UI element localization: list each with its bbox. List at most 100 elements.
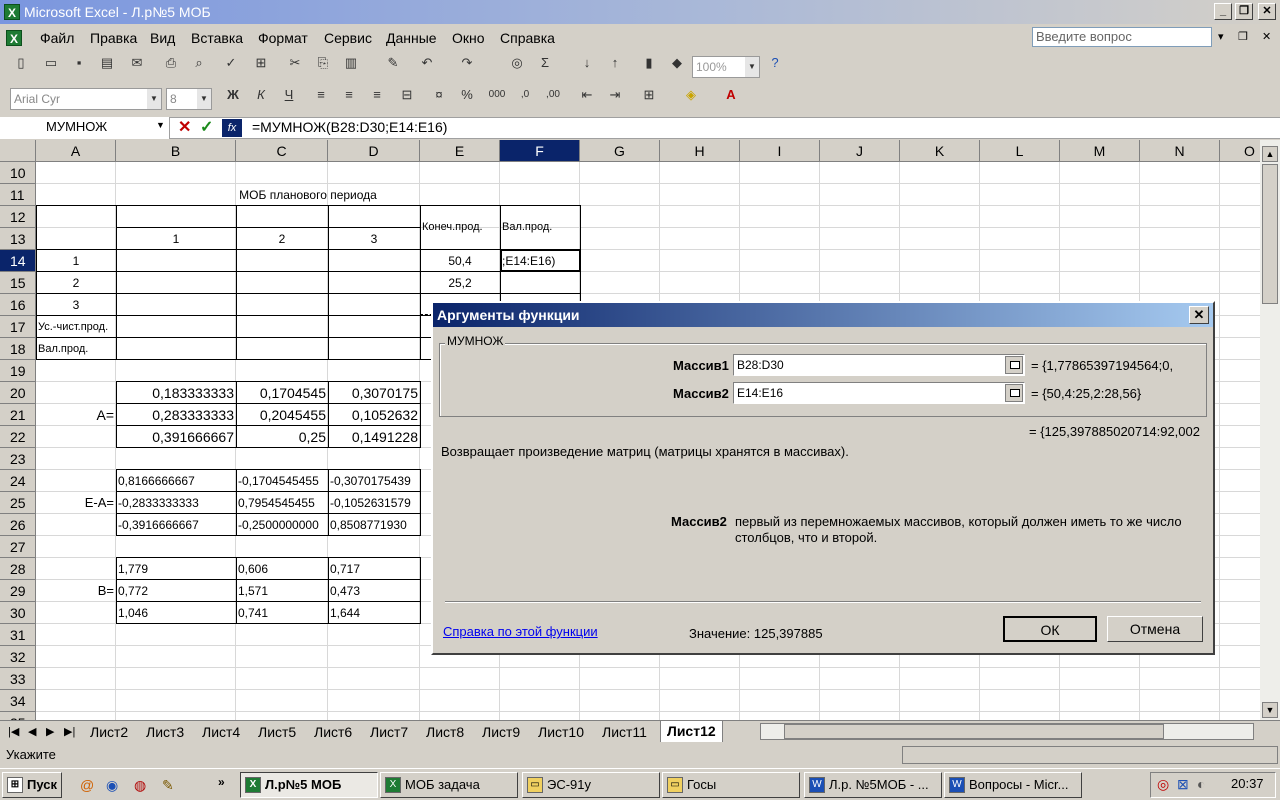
comma-style-icon[interactable]: 000 [486, 84, 508, 106]
column-header-l[interactable]: L [980, 140, 1060, 162]
align-left-icon[interactable]: ≡ [310, 84, 332, 106]
ea-cell[interactable]: -0,3070175439 [330, 470, 420, 492]
row-header-14[interactable]: 14 [0, 250, 36, 272]
tray-volume-icon[interactable]: ◐ [1197, 776, 1205, 792]
menu-window[interactable]: Окно [452, 29, 485, 47]
hyperlink-icon[interactable]: ◎ [506, 52, 528, 74]
dialog-title-bar[interactable]: Аргументы функции ✕ [433, 303, 1213, 327]
scroll-down-icon[interactable]: ▼ [1262, 702, 1278, 718]
task-word-lr5[interactable]: W Л.р. №5МОБ - ... [804, 772, 942, 798]
print-icon[interactable]: ⎙ [160, 52, 182, 74]
header-col-2[interactable]: 2 [236, 228, 328, 250]
email-icon[interactable]: @ [80, 777, 94, 793]
column-header-o[interactable]: O [1220, 140, 1260, 162]
task-folder-es[interactable]: ▭ ЭС-91у [522, 772, 660, 798]
insert-function-icon[interactable]: fx [222, 119, 242, 137]
b-cell[interactable]: 1,779 [118, 558, 236, 580]
menu-insert[interactable]: Вставка [191, 29, 243, 47]
doc-restore-icon[interactable]: ❐ [1238, 28, 1248, 46]
a-cell[interactable]: 0,3070175 [328, 382, 418, 404]
b-cell[interactable]: 0,717 [330, 558, 420, 580]
ea-cell[interactable]: 0,7954545455 [238, 492, 328, 514]
row-header-27[interactable]: 27 [0, 536, 36, 558]
tab-sheet4[interactable]: Лист4 [202, 722, 240, 742]
row-header-12[interactable]: 12 [0, 206, 36, 228]
tab-sheet11[interactable]: Лист11 [602, 722, 647, 742]
font-select[interactable]: Arial Cyr ▼ [10, 88, 162, 110]
increase-decimal-icon[interactable]: ,0 [514, 84, 536, 106]
fill-color-icon[interactable]: ◈ [680, 84, 702, 106]
a-cell[interactable]: 0,183333333 [116, 382, 234, 404]
close-icon[interactable]: ✕ [1258, 3, 1276, 20]
start-button[interactable]: ⊞ Пуск [2, 772, 62, 798]
ea-cell[interactable]: 0,8166666667 [118, 470, 236, 492]
restore-icon[interactable]: ❐ [1235, 3, 1253, 20]
b-cell[interactable]: 1,644 [330, 602, 420, 624]
row-header-30[interactable]: 30 [0, 602, 36, 624]
a-cell[interactable]: 0,391666667 [116, 426, 234, 448]
office-help-icon[interactable]: ? [764, 52, 786, 74]
row-header-17[interactable]: 17 [0, 316, 36, 338]
drawing-icon[interactable]: ◆ [666, 52, 688, 74]
a-cell[interactable]: 0,1491228 [328, 426, 418, 448]
row-header-16[interactable]: 16 [0, 294, 36, 316]
row-header-29[interactable]: 29 [0, 580, 36, 602]
cancel-icon[interactable]: ✕ [178, 117, 191, 137]
arg2-input[interactable]: E14:E16 [733, 382, 1025, 404]
chevron-down-icon[interactable]: ▼ [156, 120, 165, 130]
new-icon[interactable]: ▯ [10, 52, 32, 74]
tab-sheet2[interactable]: Лист2 [90, 722, 128, 742]
row-header-32[interactable]: 32 [0, 646, 36, 668]
matrix-ea-label[interactable]: E-A= [36, 492, 114, 514]
select-all-corner[interactable] [0, 140, 36, 162]
b-cell[interactable]: 0,741 [238, 602, 328, 624]
sort-desc-icon[interactable]: ↑ [604, 52, 626, 74]
underline-icon[interactable]: Ч [278, 84, 300, 106]
task-word-voprosy[interactable]: W Вопросы - Micr... [944, 772, 1082, 798]
row-header-25[interactable]: 25 [0, 492, 36, 514]
collapse-dialog-icon[interactable] [1005, 384, 1023, 402]
row-header-19[interactable]: 19 [0, 360, 36, 382]
vertical-scrollbar[interactable]: ▲ ▼ [1260, 140, 1280, 720]
tab-sheet5[interactable]: Лист5 [258, 722, 296, 742]
row-header-34[interactable]: 34 [0, 690, 36, 712]
tab-sheet12[interactable]: Лист12 [660, 721, 723, 742]
arg1-input[interactable]: B28:D30 [733, 354, 1025, 376]
autosum-icon[interactable]: Σ [534, 52, 556, 74]
prev-sheet-icon[interactable]: ◀ [28, 722, 36, 742]
email-icon[interactable]: ✉ [126, 52, 148, 74]
column-header-m[interactable]: M [1060, 140, 1140, 162]
header-col-1[interactable]: 1 [116, 228, 236, 250]
zoom-select[interactable]: 100% ▼ [692, 56, 760, 78]
a-cell[interactable]: 0,1704545 [236, 382, 326, 404]
row-header-15[interactable]: 15 [0, 272, 36, 294]
menu-help[interactable]: Справка [500, 29, 555, 47]
a-cell[interactable]: 0,2045455 [236, 404, 326, 426]
b-cell[interactable]: 1,571 [238, 580, 328, 602]
spelling-icon[interactable]: ✓ [220, 52, 242, 74]
row-label-3[interactable]: 3 [36, 294, 116, 316]
column-header-j[interactable]: J [820, 140, 900, 162]
row-label-1[interactable]: 1 [36, 250, 116, 272]
doc-minimize-icon[interactable]: ▾ [1218, 28, 1224, 46]
percent-icon[interactable]: % [456, 84, 478, 106]
format-painter-icon[interactable]: ✎ [382, 52, 404, 74]
column-header-f[interactable]: F [500, 140, 580, 162]
horizontal-scroll-thumb[interactable] [784, 724, 1164, 739]
row-header-10[interactable]: 10 [0, 162, 36, 184]
cancel-button[interactable]: Отмена [1107, 616, 1203, 642]
row-header-18[interactable]: 18 [0, 338, 36, 360]
matrix-b-label[interactable]: B= [36, 580, 114, 602]
matrix-a-label[interactable]: A= [36, 404, 114, 426]
tab-sheet6[interactable]: Лист6 [314, 722, 352, 742]
b-cell[interactable]: 0,473 [330, 580, 420, 602]
column-header-h[interactable]: H [660, 140, 740, 162]
scroll-thumb[interactable] [1262, 164, 1278, 304]
last-sheet-icon[interactable]: ▶| [64, 722, 75, 742]
row-header-24[interactable]: 24 [0, 470, 36, 492]
column-header-n[interactable]: N [1140, 140, 1220, 162]
net-product-label[interactable]: Ус.-чист.прод. [38, 316, 158, 338]
column-header-a[interactable]: A [36, 140, 116, 162]
minimize-icon[interactable]: _ [1214, 3, 1232, 20]
tab-sheet8[interactable]: Лист8 [426, 722, 464, 742]
